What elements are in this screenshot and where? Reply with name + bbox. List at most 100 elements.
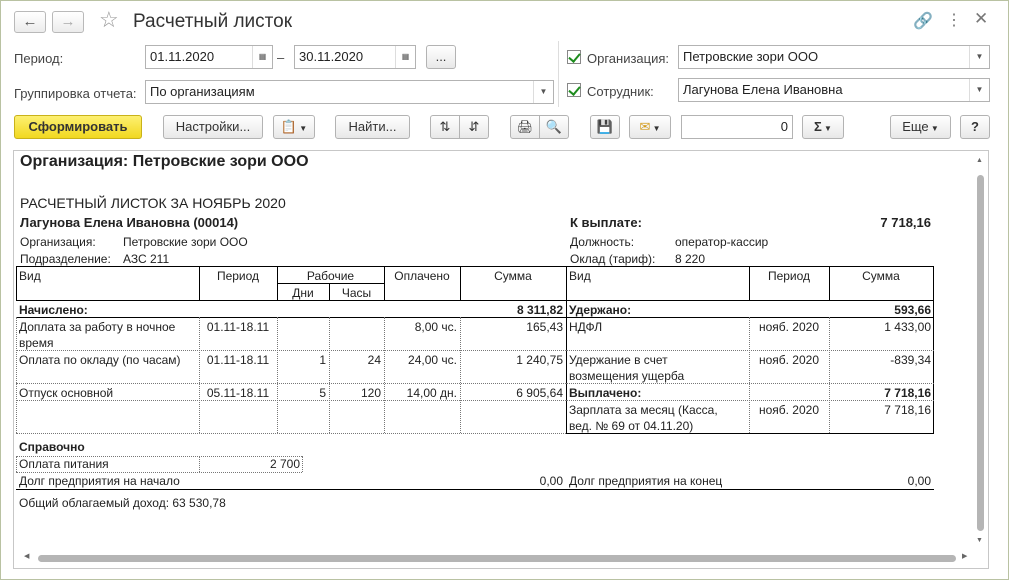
table-border bbox=[566, 433, 934, 434]
grid-line bbox=[16, 456, 17, 472]
col-header-period: Период bbox=[216, 269, 260, 283]
close-icon[interactable]: ✕ bbox=[974, 9, 988, 29]
period-to-input[interactable]: 30.11.2020 ▦ bbox=[294, 45, 416, 69]
save-button[interactable]: 💾 bbox=[590, 115, 620, 139]
favorite-star-icon[interactable]: ☆ bbox=[99, 7, 119, 33]
org-key: Организация: bbox=[20, 235, 96, 249]
cell-period: 05.11-18.11 bbox=[206, 386, 270, 400]
employee-label: Сотрудник: bbox=[587, 84, 654, 99]
forward-button[interactable]: → bbox=[52, 11, 84, 33]
table-border bbox=[16, 266, 17, 300]
grid-line bbox=[566, 350, 934, 351]
cell-vid: Оплата по окладу (по часам) bbox=[19, 353, 181, 367]
grid-line bbox=[302, 456, 303, 472]
col-header-sum-right: Сумма bbox=[862, 269, 900, 283]
cell-sum: 165,43 bbox=[526, 320, 563, 334]
arrow-left-icon: ← bbox=[22, 13, 38, 30]
send-button[interactable]: ✉ ▼ bbox=[629, 115, 671, 139]
arrow-right-icon: → bbox=[60, 13, 76, 30]
grid-line bbox=[460, 317, 461, 433]
meal-label: Оплата питания bbox=[19, 457, 109, 471]
salary-key: Оклад (тариф): bbox=[570, 252, 656, 266]
col-header-sum: Сумма bbox=[494, 269, 532, 283]
vertical-scrollbar-thumb[interactable] bbox=[977, 175, 984, 531]
col-header-period-right: Период bbox=[767, 269, 811, 283]
org-checkbox[interactable] bbox=[567, 50, 581, 64]
grid-line bbox=[566, 400, 934, 401]
chevron-down-icon[interactable]: ▼ bbox=[533, 81, 553, 103]
grid-line bbox=[16, 400, 566, 401]
cell-period: 01.11-18.11 bbox=[206, 353, 270, 367]
cell-period: 01.11-18.11 bbox=[206, 320, 270, 334]
chevron-down-icon[interactable]: ▼ bbox=[969, 79, 989, 101]
sigma-button[interactable]: Σ ▼ bbox=[802, 115, 844, 139]
table-border bbox=[277, 283, 384, 284]
printer-icon: 🖨 bbox=[516, 119, 534, 134]
help-button[interactable]: ? bbox=[960, 115, 990, 139]
report-variants-icon: 📋 bbox=[280, 119, 298, 134]
period-dash: – bbox=[277, 50, 285, 65]
cell-paid: 8,00 чс. bbox=[414, 320, 457, 334]
period-select-button[interactable]: ... bbox=[426, 45, 456, 69]
report-spreadsheet[interactable]: Организация: Петровские зори ООО РАСЧЕТН… bbox=[13, 150, 989, 569]
print-button[interactable]: 🖨 bbox=[510, 115, 540, 139]
table-border bbox=[16, 300, 934, 301]
scroll-down-icon[interactable]: ▼ bbox=[976, 537, 983, 544]
cell-vid: вед. № 69 от 04.11.20) bbox=[569, 419, 694, 433]
calendar-icon[interactable]: ▦ bbox=[252, 46, 272, 68]
preview-button[interactable]: 🔍 bbox=[539, 115, 569, 139]
window-title: Расчетный листок bbox=[133, 11, 293, 32]
sort-descending-button[interactable]: ⇅ bbox=[430, 115, 460, 139]
scroll-right-icon[interactable]: ▶ bbox=[962, 552, 967, 560]
back-button[interactable]: ← bbox=[14, 11, 46, 33]
grid-line bbox=[16, 317, 17, 433]
table-border bbox=[16, 266, 934, 267]
cell-days: 5 bbox=[319, 386, 326, 400]
sort-ascending-button[interactable]: ⇵ bbox=[459, 115, 489, 139]
cell-sum: 7 718,16 bbox=[884, 403, 931, 417]
cell-sum: 1 433,00 bbox=[884, 320, 931, 334]
horizontal-scrollbar[interactable]: ◀ ▶ bbox=[24, 552, 972, 564]
period-from-input[interactable]: 01.11.2020 ▦ bbox=[145, 45, 273, 69]
find-button[interactable]: Найти... bbox=[335, 115, 410, 139]
vertical-scrollbar[interactable]: ▲ ▼ bbox=[975, 157, 985, 561]
meal-value: 2 700 bbox=[269, 457, 300, 471]
employee-value: Лагунова Елена Ивановна bbox=[683, 82, 843, 97]
col-header-paid: Оплачено bbox=[394, 269, 450, 283]
generate-button[interactable]: Сформировать bbox=[14, 115, 142, 139]
cell-sum: 1 240,75 bbox=[516, 353, 563, 367]
accrued-total: 8 311,82 bbox=[516, 303, 563, 317]
sum-field[interactable]: 0 bbox=[681, 115, 793, 139]
grouping-select[interactable]: По организациям ▼ bbox=[145, 80, 554, 104]
employee-checkbox[interactable] bbox=[567, 83, 581, 97]
report-org-header: Организация: Петровские зори ООО bbox=[20, 153, 309, 170]
dept-key: Подразделение: bbox=[20, 252, 111, 266]
debt-start-label: Долг предприятия на начало bbox=[19, 474, 180, 488]
cell-vid: Зарплата за месяц (Касса, bbox=[569, 403, 718, 417]
calendar-icon[interactable]: ▦ bbox=[395, 46, 415, 68]
col-header-days: Дни bbox=[292, 286, 314, 300]
link-icon[interactable]: 🔗 bbox=[913, 11, 933, 31]
horizontal-scrollbar-thumb[interactable] bbox=[38, 555, 956, 562]
org-select[interactable]: Петровские зори ООО ▼ bbox=[678, 45, 990, 69]
more-vertical-icon[interactable]: ⋮ bbox=[946, 10, 962, 30]
cell-vid: Доплата за работу в ночное bbox=[19, 320, 176, 334]
reference-label: Справочно bbox=[19, 440, 85, 454]
salary-val: 8 220 bbox=[675, 252, 706, 266]
scroll-left-icon[interactable]: ◀ bbox=[24, 552, 29, 560]
chevron-down-icon[interactable]: ▼ bbox=[969, 46, 989, 68]
settings-button[interactable]: Настройки... bbox=[163, 115, 263, 139]
variants-button[interactable]: 📋 ▼ bbox=[273, 115, 315, 139]
grid-line bbox=[829, 317, 830, 433]
org-value: Петровские зори ООО bbox=[683, 49, 819, 64]
more-button[interactable]: Еще ▼ bbox=[890, 115, 951, 139]
org-val: Петровские зори ООО bbox=[123, 235, 248, 249]
position-key: Должность: bbox=[570, 235, 635, 249]
sort-ascending-icon: ⇵ bbox=[468, 119, 480, 134]
cell-vid: время bbox=[19, 336, 54, 350]
scroll-up-icon[interactable]: ▲ bbox=[976, 157, 983, 164]
cell-period: нояб. 2020 bbox=[758, 353, 820, 367]
col-header-vid-right: Вид bbox=[569, 269, 591, 283]
employee-select[interactable]: Лагунова Елена Ивановна ▼ bbox=[678, 78, 990, 102]
report-window: ← → ☆ Расчетный листок 🔗 ⋮ ✕ Период: 01.… bbox=[0, 0, 1009, 580]
